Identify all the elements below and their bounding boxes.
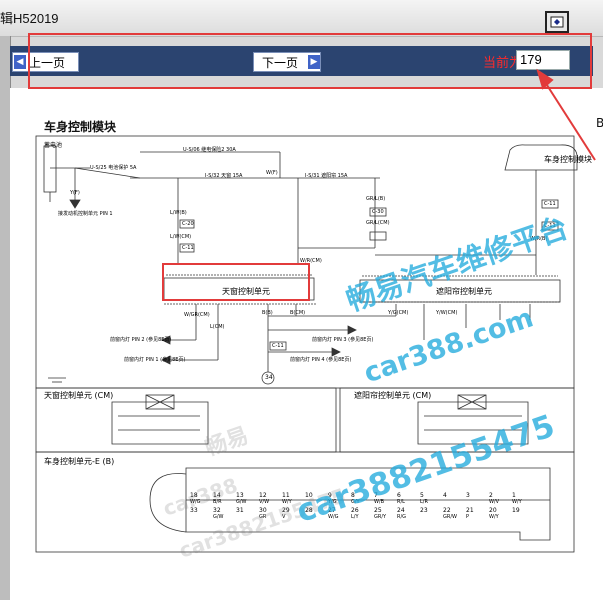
lamp-pin4-label: 前窗内灯 PIN 4 (参见8E页)	[290, 357, 352, 363]
wire-label: GR/L(B)	[366, 196, 386, 202]
pin-wire-color: W/Y	[489, 514, 499, 520]
wire-label: W/R(CM)	[300, 258, 322, 264]
pin-wire-color: W/V	[489, 499, 500, 505]
pin-number: 11	[282, 492, 290, 499]
highlight-frame	[28, 33, 592, 89]
pin-wire-color: L/R	[420, 499, 428, 505]
module-label: 车身控制模块	[544, 155, 592, 164]
pin-number: 4	[443, 492, 447, 499]
pin-number: 21	[466, 507, 474, 514]
pin-wire-color: GR/Y	[374, 514, 387, 520]
wire-label: L/W(CM)	[170, 234, 192, 240]
ground-label: 34	[265, 374, 273, 381]
sunroof-unit-label: 天窗控制单元	[222, 287, 270, 296]
pin-number: 32	[213, 507, 221, 514]
pin-number: 3	[466, 492, 470, 499]
wire-label: B(CM)	[290, 310, 306, 316]
wire-label: Y(F)	[70, 190, 80, 196]
fuse-battery-label: U-S/25 电池保护 5A	[90, 165, 137, 171]
wire-label: W(F)	[266, 170, 278, 176]
pin-number: 5	[420, 492, 424, 499]
pin-wire-color: R/G	[397, 514, 407, 520]
battery-label: 蓄电池	[44, 142, 63, 149]
wire-label: Y/W(CM)	[436, 310, 458, 316]
wire-label: L/W(B)	[170, 210, 187, 216]
wire-label: GR/L(CM)	[366, 220, 390, 226]
lamp-pin3-label: 前窗内灯 PIN 3 (参见8E页)	[312, 337, 374, 343]
wire-label: Y/G(CM)	[388, 310, 409, 316]
bcm-note-label: 接发动机控制单元 PIN 1	[58, 211, 113, 217]
pin-number: 23	[420, 507, 428, 514]
wire-label: L(CM)	[210, 324, 225, 330]
pin-number: 20	[489, 507, 497, 514]
pin-wire-color: L/Y	[351, 514, 359, 520]
pin-number: 2	[489, 492, 493, 499]
pin-number: 22	[443, 507, 451, 514]
lamp-pin1-label: 前窗内灯 PIN 1 (参见8E页)	[124, 357, 186, 363]
fuse-sunshade-label: I-S/31 遮阳帘 15A	[305, 173, 348, 179]
pin-number: 25	[374, 507, 382, 514]
pin-wire-color: W/Y	[512, 499, 522, 505]
pin-wire-color: G/W	[213, 514, 224, 520]
pin-wire-color: G/W	[236, 499, 247, 505]
fuse-relay-label: U-S/06 继电保险2 30A	[183, 147, 236, 153]
pin-number: 19	[512, 507, 520, 514]
connector-tag: C-11	[182, 245, 194, 251]
pin-wire-color: P	[466, 514, 470, 520]
lamp-pin2-label: 前窗内灯 PIN 2 (参见8E页)	[110, 337, 172, 343]
fuse-sunroof-label: I-S/32 天窗 15A	[205, 173, 243, 179]
sunshade-connector-label: 遮阳帘控制单元 (CM)	[354, 391, 432, 400]
pin-number: 12	[259, 492, 267, 499]
wire-label: B(B)	[262, 310, 273, 316]
pin-wire-color: GR/W	[443, 514, 457, 520]
pin-number: 31	[236, 507, 244, 514]
wire-label: W/GR(CM)	[184, 312, 210, 318]
pin-wire-color: R/L	[397, 499, 405, 505]
pin-wire-color: V/W	[259, 499, 270, 505]
pin-number: 1	[512, 492, 516, 499]
pin-number: 24	[397, 507, 405, 514]
connector-tag: C-11	[272, 343, 284, 349]
bcm-connector-label: 车身控制单元-E (B)	[44, 457, 115, 466]
sunroof-connector-label: 天窗控制单元 (CM)	[44, 391, 114, 400]
connector-tag: C-30	[372, 209, 384, 215]
connector-tag: C-20	[182, 221, 194, 227]
